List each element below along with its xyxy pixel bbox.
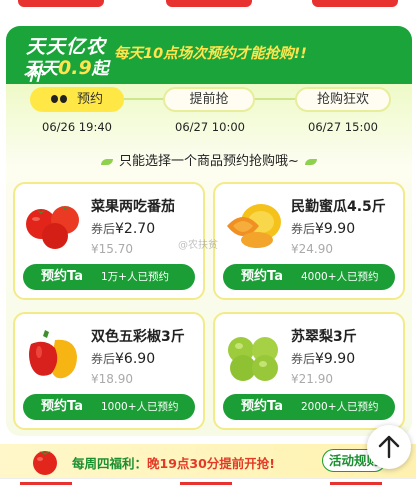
bottom-tab-shape <box>20 482 72 485</box>
watermark: @农扶贫 <box>178 240 218 251</box>
product-name: 双色五彩椒3斤 <box>91 329 185 345</box>
reserve-button[interactable]: 预约Ta 1000+人已预约 <box>23 394 195 420</box>
original-price: ¥18.90 <box>91 372 133 386</box>
top-tab-shape <box>18 0 104 7</box>
banner: 天天亿农补 天天0.9起 每天10点场次预约才能抢购!! <box>6 26 412 85</box>
tab-flash-sale[interactable]: 抢购狂欢 <box>295 87 391 112</box>
tab-time: 06/27 10:00 <box>175 120 245 134</box>
reserve-button[interactable]: 预约Ta 1万+人已预约 <box>23 264 195 290</box>
tab-time: 06/26 19:40 <box>42 120 112 134</box>
eyes-icon <box>50 89 69 110</box>
pear-icon <box>228 337 278 381</box>
product-price: 券后¥6.90 <box>91 351 156 367</box>
tomato-icon <box>33 451 57 475</box>
tab-early-grab[interactable]: 提前抢 <box>163 87 255 112</box>
reservation-count: 1000+人已预约 <box>101 401 179 413</box>
weekly-benefit-bar: 每周四福利：晚19点30分提前开抢! 活动规则 <box>0 444 416 478</box>
melon-icon <box>227 204 281 248</box>
bottom-strip <box>0 478 416 487</box>
pepper-icon <box>29 330 77 379</box>
booking-notice: 只能选择一个商品预约抢购哦~ <box>6 150 412 169</box>
banner-slogan: 每天10点场次预约才能抢购!! <box>114 46 307 62</box>
product-price: 券后¥9.90 <box>291 351 356 367</box>
product-price: 券后¥2.70 <box>91 221 156 237</box>
original-price: ¥15.70 <box>91 242 133 256</box>
original-price: ¥21.90 <box>291 372 333 386</box>
product-card[interactable]: 菜果两吃番茄 券后¥2.70 ¥15.70 预约Ta 1万+人已预约 <box>13 182 205 300</box>
tab-booking[interactable]: 预约 <box>30 87 124 112</box>
top-tab-shape <box>166 0 252 7</box>
top-tab-shape <box>312 0 398 7</box>
reserve-button[interactable]: 预约Ta 4000+人已预约 <box>223 264 395 290</box>
product-name: 菜果两吃番茄 <box>91 199 175 215</box>
product-name: 民勤蜜瓜4.5斤 <box>291 199 386 215</box>
brand-logo: 天天亿农补 天天0.9起 <box>24 32 120 85</box>
reservation-count: 2000+人已预约 <box>301 401 379 413</box>
bottom-tab-shape <box>180 482 232 485</box>
top-strip <box>0 0 416 24</box>
benefit-text: 每周四福利：晚19点30分提前开抢! <box>72 456 276 471</box>
session-tabs: 预约 提前抢 抢购狂欢 06/26 19:40 06/27 10:00 06/2… <box>6 84 412 160</box>
reservation-count: 1万+人已预约 <box>101 271 169 283</box>
product-price: 券后¥9.90 <box>291 221 356 237</box>
tab-time: 06/27 15:00 <box>308 120 378 134</box>
original-price: ¥24.90 <box>291 242 333 256</box>
product-card[interactable]: 双色五彩椒3斤 券后¥6.90 ¥18.90 预约Ta 1000+人已预约 <box>13 312 205 430</box>
bottom-tab-shape <box>330 482 382 485</box>
reservation-count: 4000+人已预约 <box>301 271 379 283</box>
scroll-top-button[interactable] <box>367 425 411 469</box>
tomato-icon <box>26 206 79 249</box>
logo-subtitle: 天天0.9起 <box>24 57 109 79</box>
booking-panel: 天天亿农补 天天0.9起 每天10点场次预约才能抢购!! 预约 提前抢 抢购狂欢… <box>6 26 412 436</box>
leaf-icon <box>101 158 114 165</box>
product-card[interactable]: 民勤蜜瓜4.5斤 券后¥9.90 ¥24.90 预约Ta 4000+人已预约 <box>213 182 405 300</box>
product-name: 苏翠梨3斤 <box>291 329 357 345</box>
product-card[interactable]: 苏翠梨3斤 券后¥9.90 ¥21.90 预约Ta 2000+人已预约 <box>213 312 405 430</box>
reserve-button[interactable]: 预约Ta 2000+人已预约 <box>223 394 395 420</box>
leaf-icon <box>304 158 317 165</box>
arrow-up-icon <box>378 435 400 459</box>
